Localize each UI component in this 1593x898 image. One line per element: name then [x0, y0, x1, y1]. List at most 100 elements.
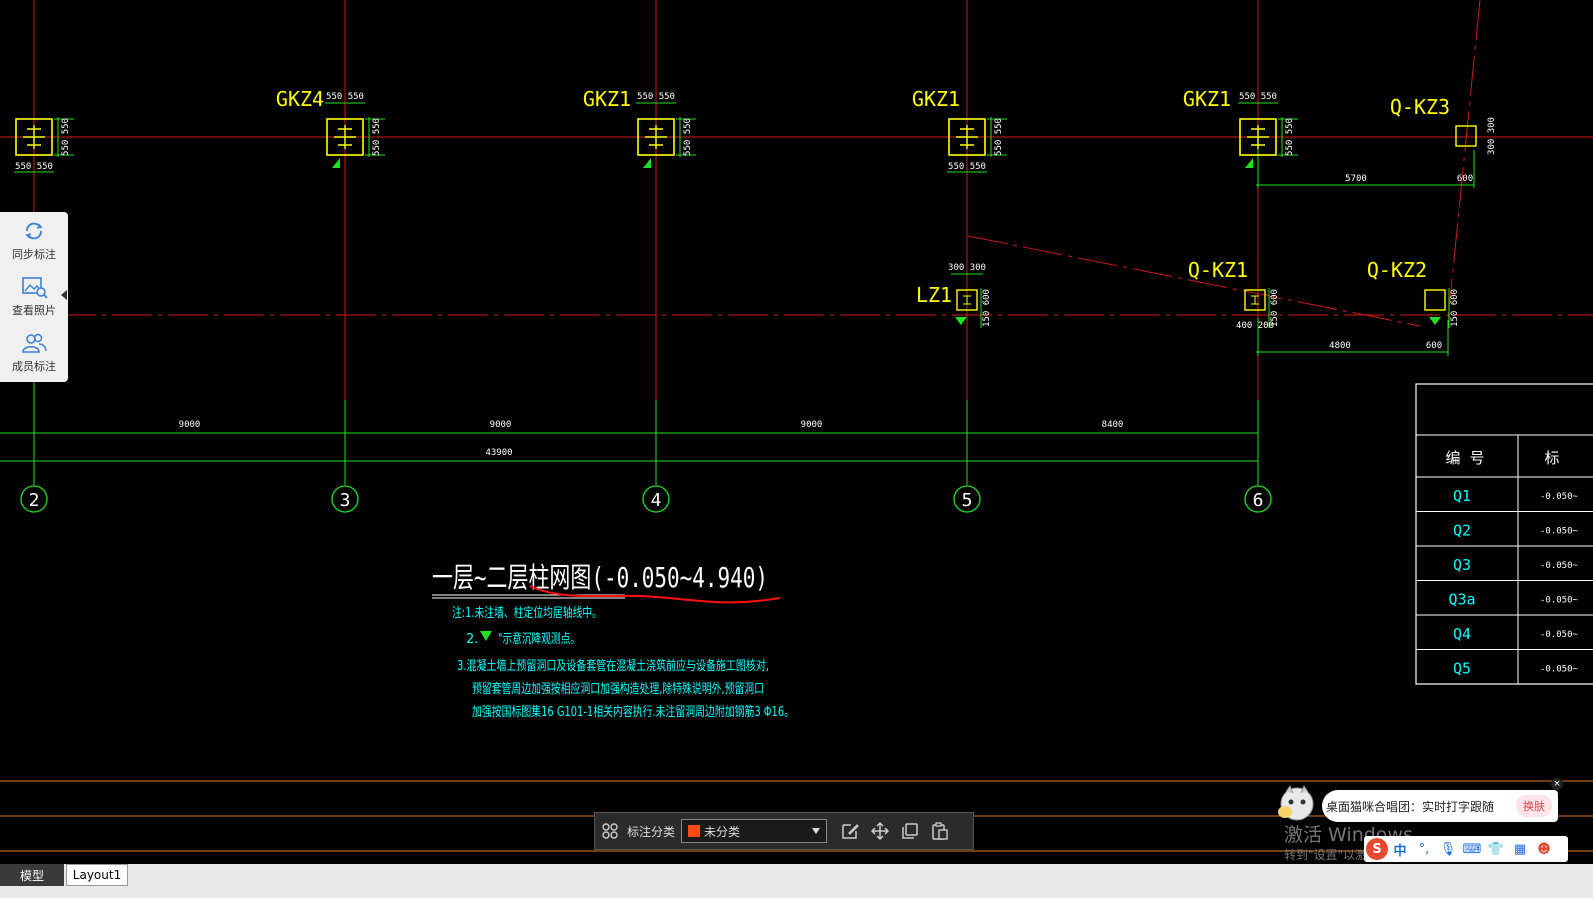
table-row-elevation: -0.050~ — [1540, 630, 1579, 640]
column-steel-section — [23, 125, 45, 149]
column-dim-side: 300 300 — [1487, 117, 1497, 155]
ime-status-bar: S 中 °, 🎙 ⌨ 👕 ▦ ☻ — [1364, 836, 1568, 862]
small-column-dim-bottom: 400 200 — [1236, 321, 1274, 331]
column-label: GKZ1 — [912, 87, 960, 111]
settlement-marker-icon — [1245, 158, 1253, 168]
axis-bubble-label: 4 — [651, 490, 662, 511]
table-row-elevation: -0.050~ — [1540, 492, 1579, 502]
table-row-elevation: -0.050~ — [1540, 527, 1579, 537]
ime-promo-text: 桌面猫咪合唱团：实时打字跟随 — [1326, 799, 1495, 814]
note-line: 预留套管周边加强按相应洞口加强构造处理,除特殊说明外,预留洞口 — [472, 681, 764, 697]
small-column-label: LZ1 — [916, 283, 952, 307]
cat-avatar-icon[interactable] — [1276, 782, 1318, 824]
small-column-dim-top: 300 300 — [948, 263, 986, 273]
ime-mascot-icon[interactable]: ☻ — [1532, 838, 1556, 860]
ime-mic-icon[interactable]: 🎙 — [1436, 838, 1460, 860]
table-row-id: Q2 — [1453, 522, 1471, 540]
small-columns-layer: LZ1 150 600 300 300 Q-KZ1 150 600 400 200 Q-KZ… — [916, 258, 1460, 331]
ime-skin-icon[interactable]: 👕 — [1484, 838, 1508, 860]
column-dim-top: 550 550 — [637, 92, 675, 102]
table-header-elev: 标 — [1544, 449, 1559, 467]
small-column-section — [963, 295, 971, 305]
category-dropdown[interactable]: 未分类 — [681, 819, 828, 843]
ime-language-toggle[interactable]: 中 — [1388, 838, 1412, 860]
sync-annotation-label: 同步标注 — [12, 248, 56, 261]
note-line: 注:1.未注墙、柱定位均居轴线中。 — [452, 606, 602, 621]
note-line: 2. — [466, 632, 478, 647]
span-dimension-text: 8400 — [1102, 420, 1124, 430]
column-label: GKZ4 — [276, 87, 324, 111]
category-value: 未分类 — [704, 824, 741, 839]
small-column-dim-side: 150 600 — [982, 289, 992, 327]
annotation-toolbar: 标注分类 未分类 — [594, 812, 974, 850]
photo-icon — [22, 277, 48, 299]
extension-lines — [0, 140, 1475, 485]
side-annotation-panel: 同步标注 查看照片 成员标注 — [0, 212, 68, 382]
table-row-id: Q1 — [1453, 487, 1471, 505]
offset-dimension-text: 600 — [1457, 174, 1473, 184]
tab-layout1[interactable]: Layout1 — [66, 864, 128, 886]
ime-promo-banner[interactable]: 桌面猫咪合唱团：实时打字跟随 换肤 — [1322, 790, 1558, 822]
axis-line-slant — [1447, 0, 1481, 321]
chevron-down-icon — [812, 828, 821, 834]
tab-model[interactable]: 模型 — [0, 864, 64, 886]
table-row-id: Q3 — [1453, 556, 1471, 574]
settlement-marker-icon — [332, 158, 340, 168]
table-row-elevation: -0.050~ — [1540, 665, 1579, 675]
ime-close-button[interactable]: × — [1551, 778, 1563, 790]
grid-apps-button[interactable] — [595, 816, 625, 846]
column-label: GKZ1 — [583, 87, 631, 111]
column-dim-side: 550 550 — [683, 118, 693, 156]
span-dimension-text: 9000 — [490, 420, 512, 430]
ime-punctuation-icon[interactable]: °, — [1412, 838, 1436, 860]
paste-icon — [932, 822, 948, 840]
view-photo-label: 查看照片 — [12, 304, 56, 317]
ime-keyboard-icon[interactable]: ⌨ — [1460, 838, 1484, 860]
edit-button[interactable] — [835, 816, 865, 846]
total-span-text: 43900 — [485, 448, 512, 458]
notes-block: 注:1.未注墙、柱定位均居轴线中。 2. "示意沉降观测点。 3.混凝土墙上预留洞口及… — [452, 606, 794, 720]
column-label: Q-KZ3 — [1390, 95, 1450, 119]
column-dim-side: 550 550 — [1285, 118, 1295, 156]
small-column-dim-side: 150 600 — [1450, 289, 1460, 327]
settlement-marker-icon — [1429, 317, 1441, 325]
ime-toolbox-icon[interactable]: ▦ — [1508, 838, 1532, 860]
small-column-label: Q-KZ1 — [1188, 258, 1248, 282]
column-steel-section — [1247, 125, 1269, 149]
drawing-title: 一层~二层柱网图(-0.050~4.940) — [432, 561, 768, 594]
axis-bubbles: 2 3 4 5 6 — [20, 485, 1272, 513]
member-annotation-label: 成员标注 — [12, 360, 56, 373]
table-header-id: 编 号 — [1445, 449, 1484, 467]
settlement-marker-icon — [955, 317, 967, 325]
edit-icon — [842, 824, 859, 839]
column-dim-bottom: 550 550 — [15, 162, 53, 172]
move-button[interactable] — [865, 816, 895, 846]
view-photo-button[interactable]: 查看照片 — [0, 268, 68, 324]
cad-drawing-canvas[interactable]: 900090009000840043900 23456 Z4550 550550… — [0, 0, 1593, 898]
sync-annotation-button[interactable]: 同步标注 — [0, 212, 68, 268]
ime-skin-button[interactable]: 换肤 — [1516, 795, 1552, 817]
column-steel-section — [645, 125, 667, 149]
layout-tab-bar: 模型 Layout1 — [0, 864, 1593, 898]
copy-button[interactable] — [895, 816, 925, 846]
axis-bubble-label: 6 — [1253, 490, 1264, 511]
columns-layer: Z4550 550550 550GKZ4550 550550 550GKZ155… — [14, 87, 1497, 173]
table-row-elevation: -0.050~ — [1540, 596, 1579, 606]
move-icon — [870, 821, 890, 841]
axis-bubble-label: 2 — [29, 490, 40, 511]
members-icon — [22, 333, 47, 353]
offset-dimension-text: 600 — [1426, 341, 1442, 351]
wall-schedule-table: 编 号 标 Q1 -0.050~ Q2 -0.050~ Q3 -0.050~ Q3a -0.050… — [1415, 383, 1593, 685]
column-dim-side: 550 550 — [994, 118, 1004, 156]
copy-icon — [902, 823, 918, 839]
grid-icon — [602, 823, 618, 839]
member-annotation-button[interactable]: 成员标注 — [0, 324, 68, 380]
category-label: 标注分类 — [627, 824, 676, 839]
offset-dimension-text: 4800 — [1329, 341, 1351, 351]
collapse-arrow-icon[interactable] — [61, 290, 67, 300]
paste-button[interactable] — [925, 816, 955, 846]
span-dimension-text: 9000 — [179, 420, 201, 430]
sogou-logo-icon[interactable]: S — [1366, 838, 1388, 860]
settlement-marker-icon — [643, 158, 651, 168]
category-color-swatch — [688, 825, 701, 837]
